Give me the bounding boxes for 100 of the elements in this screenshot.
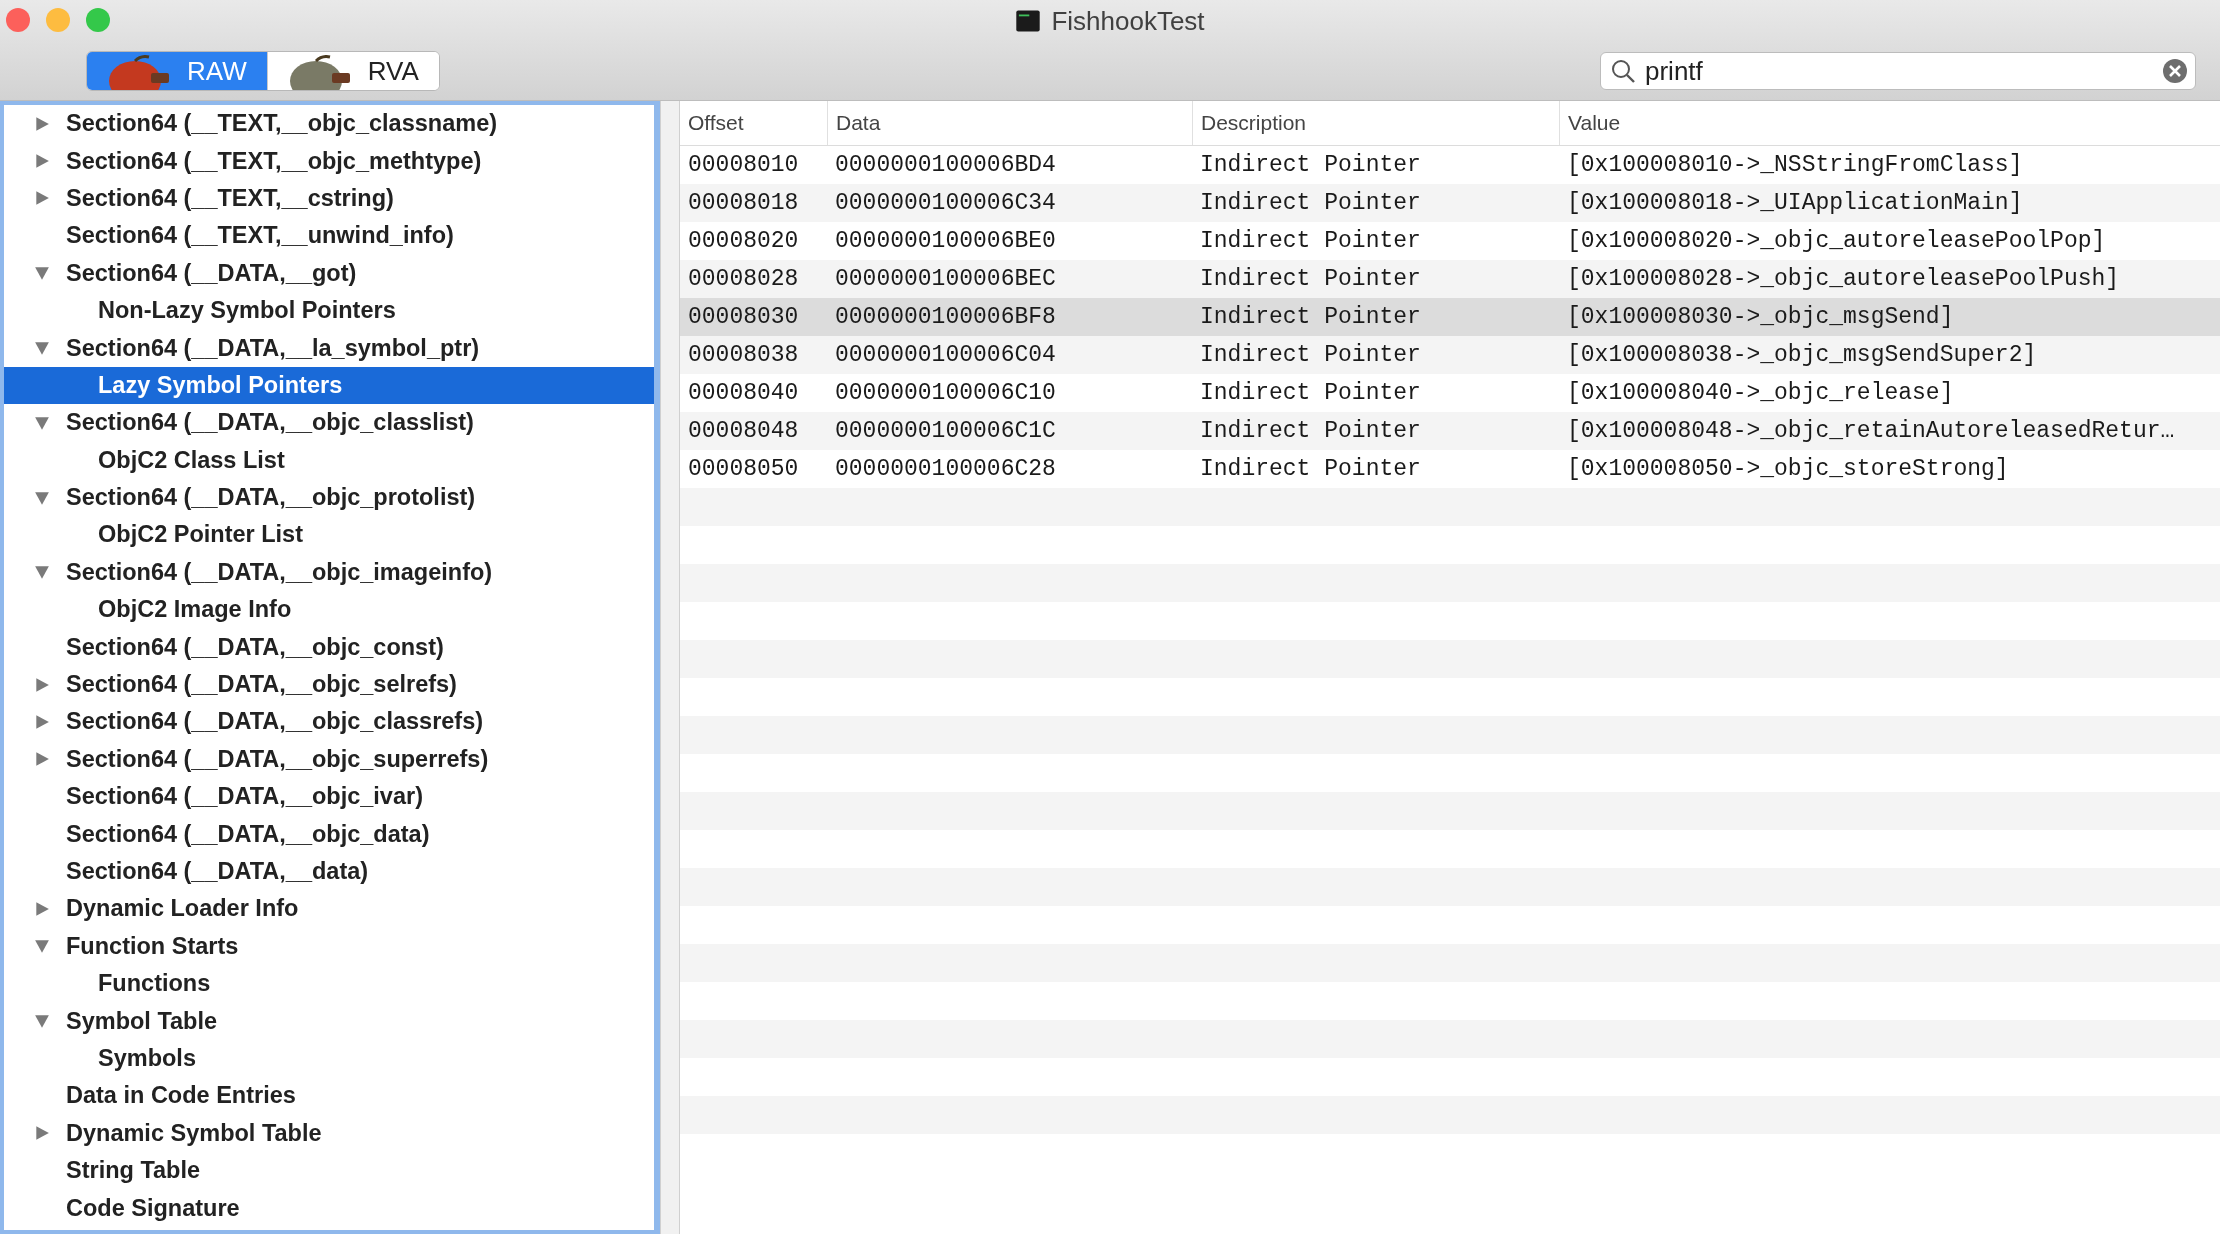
collapsed-triangle-icon[interactable]: [34, 900, 50, 917]
tree-item[interactable]: Section64 (__DATA,__objc_classrefs): [4, 703, 654, 741]
search-icon: [1610, 58, 1636, 84]
tree-item[interactable]: ObjC2 Image Info: [4, 591, 654, 629]
column-header[interactable]: Description: [1192, 101, 1559, 145]
collapsed-triangle-icon[interactable]: [34, 190, 50, 207]
table-cell-text: 0000000100006BD4: [834, 152, 1057, 178]
expanded-triangle-icon[interactable]: [34, 340, 50, 357]
tree-item[interactable]: Data in Code Entries: [4, 1077, 654, 1115]
tree-item[interactable]: Section64 (__DATA,__objc_ivar): [4, 778, 654, 816]
table-cell-text: [0x100008040->_objc_release]: [1566, 380, 1955, 406]
tree-item[interactable]: Section64 (__DATA,__objc_superrefs): [4, 740, 654, 779]
table-cell-text: [0x100008030->_objc_msgSend]: [1566, 304, 1955, 330]
tree-item[interactable]: Function Starts: [4, 927, 654, 965]
table-row[interactable]: 00008010 0000000100006BD4 Indirect Pointer [0x100008010->_NSStringFromClass]: [680, 146, 2220, 184]
tree-item[interactable]: Section64 (__TEXT,__cstring): [4, 179, 654, 218]
collapsed-triangle-icon[interactable]: [34, 153, 50, 170]
table-cell-text: 00008018: [687, 190, 800, 216]
table-row[interactable]: 00008038 0000000100006C04 Indirect Pointer [0x100008038->_objc_msgSendSuper2]: [680, 336, 2220, 374]
tree-item[interactable]: Section64 (__TEXT,__objc_methtype): [4, 142, 654, 180]
table-cell-text: 0000000100006C1C: [834, 418, 1057, 444]
tree-item[interactable]: Symbols: [4, 1039, 654, 1078]
expanded-triangle-icon[interactable]: [34, 564, 50, 581]
tree-item[interactable]: Lazy Symbol Pointers: [4, 366, 654, 405]
table-row[interactable]: 00008030 0000000100006BF8 Indirect Pointer [0x100008030->_objc_msgSend]: [680, 298, 2220, 336]
collapsed-triangle-icon[interactable]: [34, 713, 50, 730]
table-cell-text: 00008040: [687, 380, 800, 406]
tree-item[interactable]: Section64 (__DATA,__objc_const): [4, 628, 654, 666]
expanded-triangle-icon[interactable]: [34, 938, 50, 955]
tree-item[interactable]: Section64 (__DATA,__objc_imageinfo): [4, 553, 654, 592]
tree-item[interactable]: Non-Lazy Symbol Pointers: [4, 291, 654, 330]
table-cell-text: Indirect Pointer: [1199, 152, 1422, 178]
table-cell-text: 0000000100006C28: [834, 456, 1057, 482]
mode-tab[interactable]: RAW: [87, 52, 267, 90]
collapsed-triangle-icon[interactable]: [34, 676, 50, 693]
table-cell-text: 0000000100006C04: [834, 342, 1057, 368]
table-row[interactable]: 00008050 0000000100006C28 Indirect Pointer [0x100008050->_objc_storeStrong]: [680, 450, 2220, 488]
table-cell-text: Indirect Pointer: [1199, 266, 1422, 292]
tree-item[interactable]: Code Signature: [4, 1189, 654, 1227]
expanded-triangle-icon[interactable]: [34, 1013, 50, 1030]
table-cell-text: [0x100008048->_objc_retainAutoreleasedRetur…: [1566, 418, 2176, 444]
table-row[interactable]: 00008040 0000000100006C10 Indirect Pointer [0x100008040->_objc_release]: [680, 374, 2220, 412]
table-cell-text: [0x100008018->_UIApplicationMain]: [1566, 190, 2024, 216]
tree-item[interactable]: Section64 (__TEXT,__unwind_info): [4, 217, 654, 255]
table-cell-text: 00008050: [687, 456, 800, 482]
tree-item[interactable]: String Table: [4, 1151, 654, 1190]
column-header[interactable]: Data: [827, 101, 1192, 145]
table-cell-text: 00008048: [687, 418, 800, 444]
search-field[interactable]: printf: [1600, 52, 2196, 90]
tree-item[interactable]: Section64 (__DATA,__objc_protolist): [4, 478, 654, 517]
table-cell-text: [0x100008038->_objc_msgSendSuper2]: [1566, 342, 2038, 368]
table-cell-text: Indirect Pointer: [1199, 380, 1422, 406]
table-cell-text: [0x100008020->_objc_autoreleasePoolPop]: [1566, 228, 2107, 254]
table-cell-text: 0000000100006C34: [834, 190, 1057, 216]
window-title: FishhookTest: [1051, 5, 1205, 37]
expanded-triangle-icon[interactable]: [34, 265, 50, 282]
table-cell-text: 00008030: [687, 304, 800, 330]
close-button[interactable]: [6, 8, 30, 32]
table-cell-text: [0x100008010->_NSStringFromClass]: [1566, 152, 2024, 178]
tree-item[interactable]: Section64 (__DATA,__la_symbol_ptr): [4, 329, 654, 367]
table-cell-text: Indirect Pointer: [1199, 456, 1422, 482]
column-header[interactable]: Offset: [680, 101, 827, 145]
tree-item[interactable]: Symbol Table: [4, 1002, 654, 1040]
tree-item[interactable]: Section64 (__DATA,__objc_data): [4, 815, 654, 853]
tree-item[interactable]: ObjC2 Pointer List: [4, 516, 654, 554]
table-cell-text: [0x100008028->_objc_autoreleasePoolPush]: [1566, 266, 2121, 292]
tree-item[interactable]: Section64 (__DATA,__objc_selrefs): [4, 665, 654, 704]
expanded-triangle-icon[interactable]: [34, 414, 50, 431]
table-cell-text: 00008010: [687, 152, 800, 178]
table-cell-text: [0x100008050->_objc_storeStrong]: [1566, 456, 2010, 482]
table-row[interactable]: 00008028 0000000100006BEC Indirect Pointer [0x100008028->_objc_autoreleasePoolPush]: [680, 260, 2220, 298]
table-cell-text: 0000000100006BF8: [834, 304, 1057, 330]
table-row[interactable]: 00008018 0000000100006C34 Indirect Pointer [0x100008018->_UIApplicationMain]: [680, 184, 2220, 222]
tree-item[interactable]: Section64 (__DATA,__got): [4, 254, 654, 292]
expanded-triangle-icon[interactable]: [34, 489, 50, 506]
tree-item[interactable]: Dynamic Symbol Table: [4, 1114, 654, 1152]
table-cell-text: 00008020: [687, 228, 800, 254]
table-cell-text: Indirect Pointer: [1199, 418, 1422, 444]
table-row[interactable]: 00008048 0000000100006C1C Indirect Pointer [0x100008048->_objc_retainAutoreleasedRetur…: [680, 412, 2220, 450]
collapsed-triangle-icon[interactable]: [34, 115, 50, 132]
table-cell-text: 0000000100006C10: [834, 380, 1057, 406]
table-cell-text: 0000000100006BEC: [834, 266, 1057, 292]
tree-item[interactable]: Dynamic Loader Info: [4, 890, 654, 928]
table-cell-text: Indirect Pointer: [1199, 304, 1422, 330]
table-cell-text: 0000000100006BE0: [834, 228, 1057, 254]
tree-item[interactable]: ObjC2 Class List: [4, 441, 654, 479]
table-cell-text: 00008038: [687, 342, 800, 368]
collapsed-triangle-icon[interactable]: [34, 1125, 50, 1142]
tree-item[interactable]: Section64 (__DATA,__data): [4, 852, 654, 891]
clear-icon[interactable]: [2162, 58, 2188, 84]
collapsed-triangle-icon[interactable]: [34, 751, 50, 768]
table-cell-text: Indirect Pointer: [1199, 342, 1422, 368]
table-cell-text: Indirect Pointer: [1199, 190, 1422, 216]
table-cell-text: Indirect Pointer: [1199, 228, 1422, 254]
table-row[interactable]: 00008020 0000000100006BE0 Indirect Pointer [0x100008020->_objc_autoreleasePoolPop]: [680, 222, 2220, 260]
tree-item[interactable]: Functions: [4, 965, 654, 1003]
column-header[interactable]: Value: [1559, 101, 2220, 145]
tree-item[interactable]: Section64 (__DATA,__objc_classlist): [4, 404, 654, 442]
tree-item[interactable]: Section64 (__TEXT,__objc_classname): [4, 105, 654, 143]
mode-tab[interactable]: RVA: [266, 52, 439, 90]
